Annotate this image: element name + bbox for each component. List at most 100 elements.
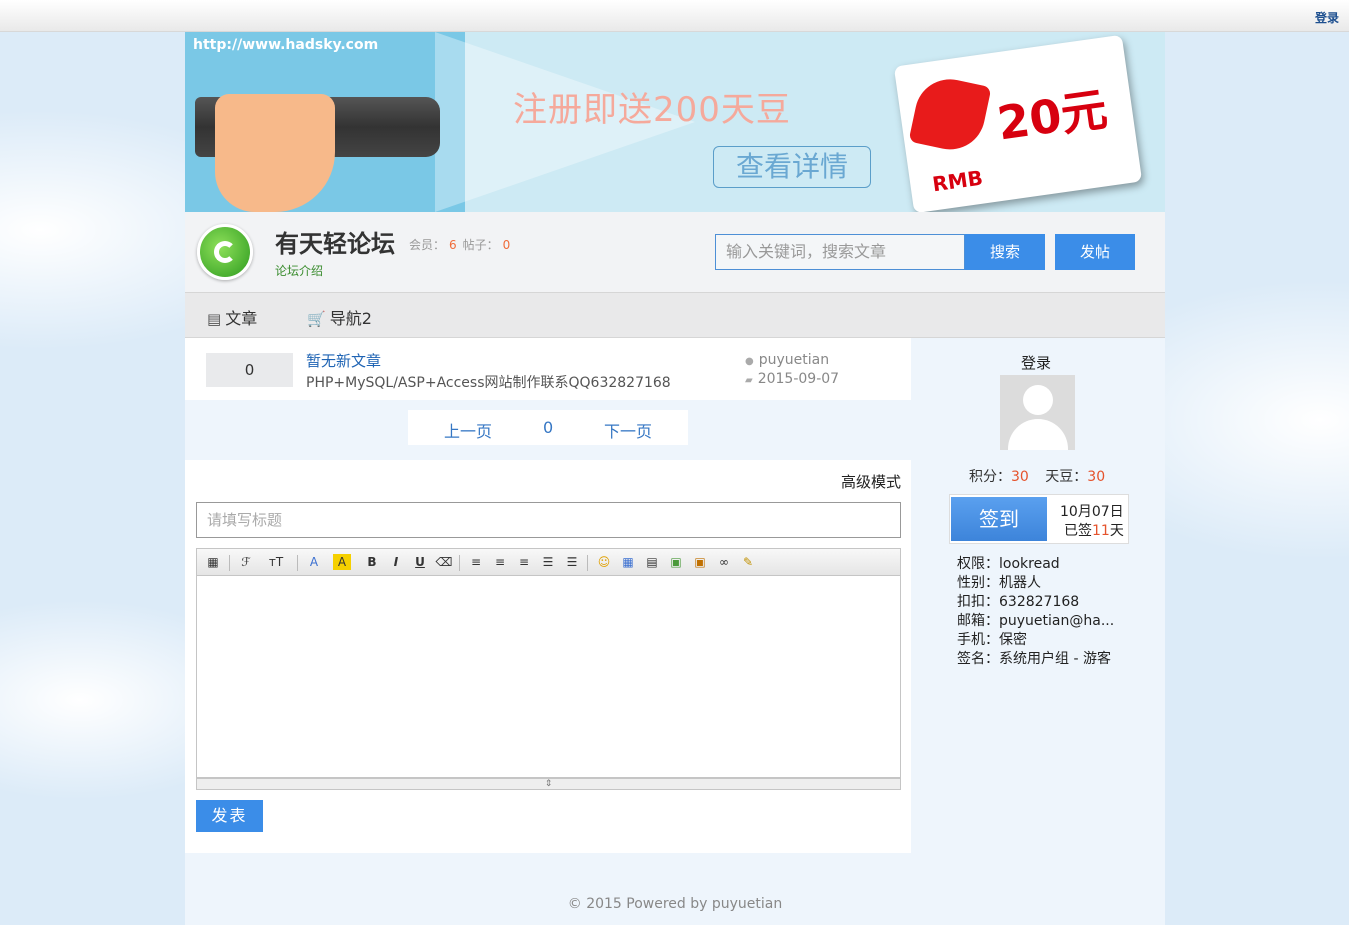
post-summary: PHP+MySQL/ASP+Access网站制作联系QQ632827168: [306, 375, 671, 391]
list-item: 0 暂无新文章 PHP+MySQL/ASP+Access网站制作联系QQ6328…: [185, 338, 911, 400]
image-icon[interactable]: ▣: [667, 554, 685, 570]
toolbar-divider: [297, 555, 298, 571]
checkin-days: 11: [1092, 523, 1110, 539]
avatar-head: [1023, 385, 1053, 415]
hand-image: [215, 94, 335, 212]
advanced-mode-link[interactable]: 高级模式: [841, 471, 901, 492]
posts-label: 帖子：: [462, 238, 499, 252]
checkin-panel: 签到 10月07日 已签11天: [949, 494, 1129, 544]
nav-item-articles[interactable]: ▤ 文章: [207, 305, 257, 329]
forum-stats: 会员： 6 帖子： 0: [409, 236, 516, 253]
post-title-link[interactable]: 暂无新文章: [306, 350, 381, 371]
link-icon[interactable]: ∞: [715, 554, 733, 570]
checkin-date: 10月07日: [1060, 504, 1124, 520]
nav-item-nav2[interactable]: 🛒 导航2: [307, 305, 372, 329]
font-size-icon[interactable]: тT: [267, 554, 285, 570]
nav-item-label: 导航2: [329, 309, 372, 328]
emoji-icon[interactable]: ☺: [595, 554, 613, 570]
reply-count: 0: [206, 353, 293, 387]
font-color-icon[interactable]: A: [305, 554, 323, 570]
banner-url: http://www.hadsky.com: [193, 37, 379, 53]
forum-title[interactable]: 有天轻论坛: [275, 224, 395, 259]
edit-icon[interactable]: ✎: [739, 554, 757, 570]
cart-icon: 🛒: [307, 310, 326, 328]
submit-post-button[interactable]: 发表: [196, 800, 263, 832]
forum-logo[interactable]: [197, 224, 253, 280]
post-author[interactable]: ● puyuetian: [745, 352, 829, 368]
info-row: 签名：系统用户组 - 游客: [957, 650, 1114, 669]
user-icon: ●: [745, 356, 754, 367]
editor-toolbar: ▦ ℱ тT A A B I U ⌫ ≡ ≡ ≡ ☰ ☰ ☺ ▦ ▤ ▣ ▣ ∞…: [196, 548, 901, 576]
checkin-streak: 已签11天: [1064, 520, 1124, 540]
post-date: ▰ 2015-09-07: [745, 371, 839, 387]
code-icon[interactable]: ▤: [643, 554, 661, 570]
new-post-button[interactable]: 发帖: [1055, 234, 1135, 270]
source-icon[interactable]: ▦: [204, 554, 222, 570]
checkin-button[interactable]: 签到: [951, 497, 1047, 541]
info-value: 系统用户组 - 游客: [999, 651, 1111, 667]
info-row: 性别：机器人: [957, 574, 1114, 593]
user-info-list: 权限：lookread 性别：机器人 扣扣：632827168 邮箱：puyue…: [957, 555, 1114, 669]
gift-card-image: 20元 RMB: [893, 34, 1143, 212]
info-label: 扣扣：: [957, 594, 999, 610]
gift-card-amount: 20元: [994, 81, 1111, 151]
eraser-icon[interactable]: ⌫: [435, 554, 453, 570]
user-sidebar: 登录 积分：30 天豆：30 签到 10月07日 已签11天 权限：lookre…: [911, 338, 1165, 853]
info-value: lookread: [999, 556, 1060, 572]
banner-detail-button[interactable]: 查看详情: [713, 146, 871, 188]
document-icon: ▤: [207, 310, 222, 328]
page-container: http://www.hadsky.com 注册即送200天豆 查看详情 20元…: [185, 32, 1165, 925]
info-value: 保密: [999, 632, 1027, 648]
search-button[interactable]: 搜索: [965, 234, 1045, 270]
comment-icon: ▰: [745, 375, 753, 386]
title-input[interactable]: 请填写标题: [196, 502, 901, 538]
editor-resize-handle[interactable]: ⇕: [196, 778, 901, 790]
info-row: 手机：保密: [957, 631, 1114, 650]
avatar: [1000, 375, 1075, 450]
checkin-suffix: 天: [1109, 523, 1124, 539]
ordered-list-icon[interactable]: ☰: [539, 554, 557, 570]
italic-icon[interactable]: I: [387, 554, 405, 570]
forum-intro-link[interactable]: 论坛介绍: [275, 262, 323, 279]
info-label: 签名：: [957, 651, 999, 667]
info-value: 机器人: [999, 575, 1041, 591]
current-page: 0: [543, 418, 554, 437]
align-left-icon[interactable]: ≡: [467, 554, 485, 570]
info-row: 权限：lookread: [957, 555, 1114, 574]
nav-item-label: 文章: [225, 309, 258, 328]
next-page-link[interactable]: 下一页: [604, 418, 652, 442]
highlight-icon[interactable]: A: [333, 554, 351, 570]
info-value: puyuetian@ha...: [999, 613, 1115, 629]
info-value: 632827168: [999, 594, 1080, 610]
date-value: 2015-09-07: [757, 371, 840, 387]
pagination: 上一页 0 下一页: [408, 410, 688, 445]
avatar-body: [1008, 419, 1068, 450]
content-editor[interactable]: [196, 576, 901, 778]
sidebar-login-link[interactable]: 登录: [1021, 352, 1051, 373]
top-login-link[interactable]: 登录: [1315, 9, 1339, 26]
prev-page-link[interactable]: 上一页: [444, 418, 492, 442]
forum-header: 有天轻论坛 会员： 6 帖子： 0 论坛介绍 输入关键词，搜索文章 搜索 发帖: [185, 212, 1165, 292]
search-input[interactable]: 输入关键词，搜索文章: [715, 234, 965, 270]
info-label: 邮箱：: [957, 613, 999, 629]
font-family-icon[interactable]: ℱ: [237, 554, 255, 570]
align-right-icon[interactable]: ≡: [515, 554, 533, 570]
gift-card-currency: RMB: [930, 165, 985, 197]
post-editor: 高级模式 请填写标题 ▦ ℱ тT A A B I U ⌫ ≡ ≡ ≡ ☰ ☰: [185, 460, 911, 853]
banner-promo-text: 注册即送200天豆: [513, 90, 791, 130]
info-label: 权限：: [957, 556, 999, 572]
promo-banner[interactable]: http://www.hadsky.com 注册即送200天豆 查看详情 20元…: [185, 32, 1165, 212]
main-nav: ▤ 文章 🛒 导航2: [185, 292, 1165, 338]
table-icon[interactable]: ▦: [619, 554, 637, 570]
toolbar-divider: [587, 555, 588, 571]
unordered-list-icon[interactable]: ☰: [563, 554, 581, 570]
points-value: 30: [1011, 469, 1029, 485]
user-points: 积分：30 天豆：30: [969, 466, 1105, 486]
upload-image-icon[interactable]: ▣: [691, 554, 709, 570]
beans-value: 30: [1087, 469, 1106, 485]
bold-icon[interactable]: B: [363, 554, 381, 570]
align-center-icon[interactable]: ≡: [491, 554, 509, 570]
points-label: 积分：: [969, 469, 1011, 485]
underline-icon[interactable]: U: [411, 554, 429, 570]
info-row: 扣扣：632827168: [957, 593, 1114, 612]
